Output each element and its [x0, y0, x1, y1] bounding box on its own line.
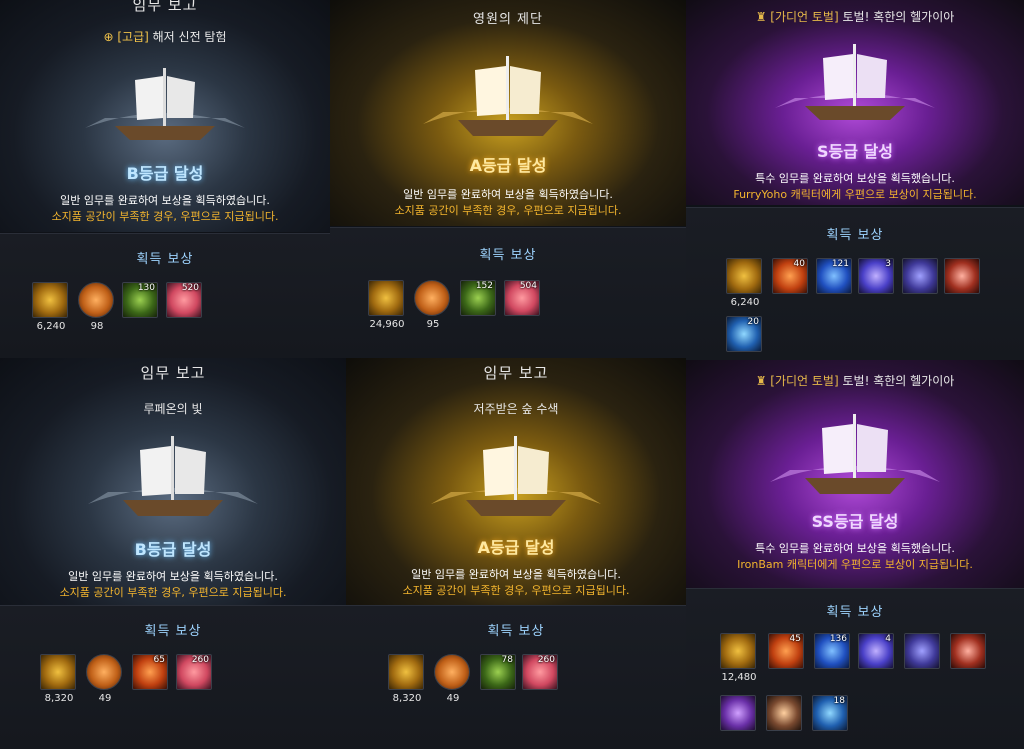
- blue-gem-icon[interactable]: 20: [726, 316, 762, 352]
- emblem-icon[interactable]: 24,960: [368, 280, 405, 330]
- reward-title: 획득 보상: [826, 605, 884, 620]
- blue-gem-icon[interactable]: 18: [812, 695, 848, 731]
- panel-header: 임무 보고: [140, 364, 206, 382]
- guardian-raid-panel-1: ♜ [가디언 토벌] 토벌! 혹한의 헬가이아 S등급 달성 특수 임무를 완료…: [686, 0, 1024, 360]
- reward-title: 획득 보상: [826, 228, 884, 243]
- green-pouch-icon[interactable]: 130: [122, 282, 158, 318]
- inventory-note: 소지품 공간이 부족한 경우, 우편으로 지급됩니다.: [394, 204, 622, 217]
- green-pouch-icon[interactable]: 152: [460, 280, 496, 316]
- emblem-icon[interactable]: 12,480: [720, 633, 757, 683]
- purple-box-icon[interactable]: [902, 258, 938, 294]
- grade-result: S등급 달성: [817, 142, 893, 161]
- ship-icon: [431, 436, 601, 516]
- chain-icon[interactable]: [944, 258, 980, 294]
- mission-subtitle: 저주받은 숲 수색: [473, 402, 559, 416]
- mission-report-panel-2: 영원의 제단 A등급 달성 일반 임무를 완료하여 보상을 획득하였습니다. 소…: [330, 0, 686, 358]
- reward-title: 획득 보상: [487, 624, 545, 639]
- emblem-icon[interactable]: 6,240: [726, 258, 762, 308]
- heart-gem-icon[interactable]: 260: [522, 654, 558, 690]
- coin-icon[interactable]: 49: [434, 654, 470, 704]
- reward-section: 획득 보상 12,480 45 136 4 18: [686, 588, 1024, 749]
- mission-subtitle: 루페온의 빛: [143, 402, 203, 416]
- mission-report-panel-4: 임무 보고 저주받은 숲 수색 A등급 달성 일반 임무를 완료하여 보상을 획…: [346, 358, 686, 749]
- mission-report-panel-3: 임무 보고 루페온의 빛 B등급 달성 일반 임무를 완료하여 보상을 획득하였…: [0, 358, 346, 749]
- mission-report-panel-1: 임무 보고 ⊕ [고급] 해저 신전 탐험 B등급 달성 일반 임무를 완료하여…: [0, 0, 330, 358]
- red-chest-icon[interactable]: 45: [768, 633, 804, 669]
- coin-icon[interactable]: 49: [86, 654, 122, 704]
- grade-result: B등급 달성: [126, 164, 204, 183]
- blue-shard-icon[interactable]: 4: [858, 633, 894, 669]
- panel-header: 임무 보고: [483, 364, 549, 382]
- blue-shard-icon[interactable]: 3: [858, 258, 894, 294]
- reward-section: 획득 보상 6,240 98 130 520: [0, 233, 330, 358]
- coin-icon[interactable]: 95: [414, 280, 450, 330]
- guardian-icon: ♜: [755, 10, 771, 24]
- ship-icon: [770, 414, 940, 494]
- mission-subtitle: ⊕ [고급] 해저 신전 탐험: [103, 30, 227, 44]
- completion-message: 특수 임무를 완료하여 보상을 획득했습니다.: [755, 172, 955, 185]
- guardian-raid-panel-2: ♜ [가디언 토벌] 토벌! 혹한의 헬가이아 SS등급 달성 특수 임무를 완…: [686, 360, 1024, 749]
- blue-crystal-icon[interactable]: 121: [816, 258, 852, 294]
- grade-result: A등급 달성: [477, 538, 555, 557]
- completion-message: 일반 임무를 완료하여 보상을 획득하였습니다.: [411, 568, 621, 581]
- panel-header: 영원의 제단: [473, 12, 543, 27]
- completion-message: 일반 임무를 완료하여 보상을 획득하였습니다.: [68, 570, 278, 583]
- red-pouch-icon[interactable]: 65: [132, 654, 168, 690]
- coin-icon[interactable]: 98: [78, 282, 114, 332]
- grade-result: SS등급 달성: [811, 512, 899, 531]
- grade-result: A등급 달성: [469, 156, 547, 175]
- panel-header: ♜ [가디언 토벌] 토벌! 혹한의 헬가이아: [755, 10, 955, 24]
- purple-chest-icon[interactable]: [720, 695, 756, 731]
- emblem-icon[interactable]: 8,320: [40, 654, 76, 704]
- guardian-icon: ♜: [755, 374, 771, 388]
- completion-message: 특수 임무를 완료하여 보상을 획득했습니다.: [755, 542, 955, 555]
- panel-header: ♜ [가디언 토벌] 토벌! 혹한의 헬가이아: [755, 374, 955, 388]
- ship-icon: [423, 56, 593, 136]
- reward-title: 획득 보상: [136, 252, 194, 267]
- card-icon[interactable]: [766, 695, 802, 731]
- reward-title: 획득 보상: [144, 624, 202, 639]
- panel-header: 임무 보고: [132, 0, 198, 14]
- grade-result: B등급 달성: [134, 540, 212, 559]
- inventory-note: 소지품 공간이 부족한 경우, 우편으로 지급됩니다.: [51, 210, 279, 223]
- reward-section: 획득 보상 24,960 95 152 504: [330, 227, 686, 358]
- blue-crystal-icon[interactable]: 136: [814, 633, 850, 669]
- emblem-icon[interactable]: 6,240: [32, 282, 68, 332]
- reward-title: 획득 보상: [479, 248, 537, 263]
- completion-message: 일반 임무를 완료하여 보상을 획득하였습니다.: [60, 194, 270, 207]
- reward-section: 획득 보상 8,320 49 65 260: [0, 605, 346, 749]
- heart-gem-icon[interactable]: 260: [176, 654, 212, 690]
- ship-icon: [85, 68, 245, 140]
- chain-icon[interactable]: [950, 633, 986, 669]
- heart-gem-icon[interactable]: 520: [166, 282, 202, 318]
- inventory-note: 소지품 공간이 부족한 경우, 우편으로 지급됩니다.: [59, 586, 287, 599]
- reward-section: 획득 보상 6,240 40 121 3 20: [686, 207, 1024, 360]
- red-chest-icon[interactable]: 40: [772, 258, 808, 294]
- reward-section: 획득 보상 8,320 49 78 260: [346, 605, 686, 749]
- mail-note: IronBam 캐릭터에게 우편으로 보상이 지급됩니다.: [737, 558, 973, 571]
- emblem-icon[interactable]: 8,320: [388, 654, 424, 704]
- purple-box-icon[interactable]: [904, 633, 940, 669]
- heart-gem-icon[interactable]: 504: [504, 280, 540, 316]
- ship-icon: [775, 44, 935, 120]
- compass-icon: ⊕: [103, 30, 118, 44]
- inventory-note: 소지품 공간이 부족한 경우, 우편으로 지급됩니다.: [402, 584, 630, 597]
- green-pouch-icon[interactable]: 78: [480, 654, 516, 690]
- mail-note: FurryYoho 캐릭터에게 우편으로 보상이 지급됩니다.: [733, 188, 977, 201]
- completion-message: 일반 임무를 완료하여 보상을 획득하였습니다.: [403, 188, 613, 201]
- ship-icon: [88, 436, 258, 516]
